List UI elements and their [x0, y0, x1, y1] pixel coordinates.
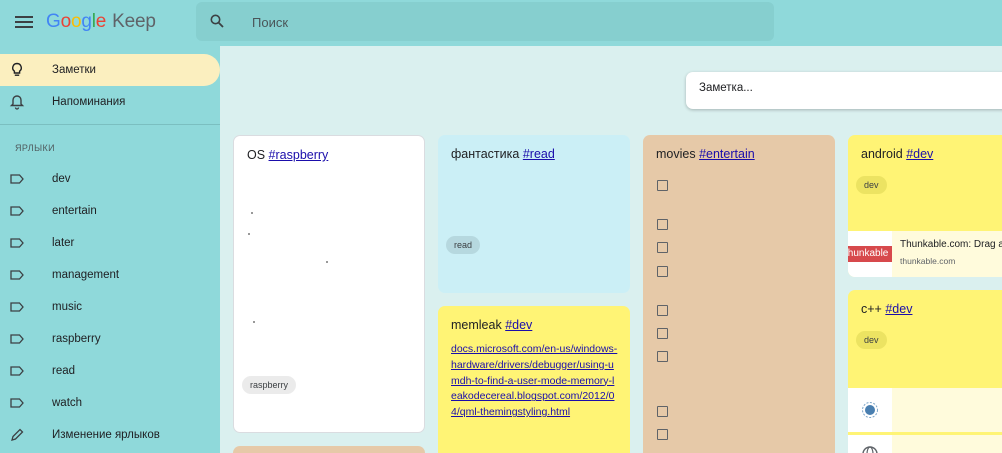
checkbox[interactable] [657, 266, 668, 277]
search-input[interactable] [252, 12, 752, 32]
take-note-input[interactable] [699, 82, 989, 94]
sidebar-item-music[interactable]: music [0, 291, 220, 323]
label-chip[interactable]: dev [856, 176, 887, 194]
sidebar-item-label: Изменение ярлыков [52, 429, 160, 441]
app-header: Google Keep [0, 0, 1002, 46]
sidebar-item-later[interactable]: later [0, 227, 220, 259]
note-tag-link[interactable]: #raspberry [269, 148, 329, 162]
site-favicon-icon [862, 402, 878, 418]
note-card-cpp[interactable]: c++ #dev dev [848, 290, 1002, 453]
label-icon [10, 398, 24, 408]
search-icon[interactable] [210, 14, 224, 28]
label-icon [10, 366, 24, 376]
note-title: фантастика #read [451, 147, 555, 161]
note-card-partial[interactable] [233, 446, 425, 453]
label-icon [10, 302, 24, 312]
note-card-os[interactable]: OS #raspberry raspberry [233, 135, 425, 433]
label-icon [10, 270, 24, 280]
sidebar-item-management[interactable]: management [0, 259, 220, 291]
checkbox[interactable] [657, 219, 668, 230]
sidebar-item-label: watch [52, 397, 83, 409]
sidebar-item-raspberry[interactable]: raspberry [0, 323, 220, 355]
app-logo[interactable]: Google Keep [46, 11, 156, 33]
sidebar-item-label: entertain [52, 205, 97, 217]
sidebar: Заметки Напоминания ЯРЛЫКИ dev entertain… [0, 46, 220, 453]
faint-dot [326, 261, 328, 263]
link-preview-image [848, 435, 892, 453]
note-tag-link[interactable]: #dev [906, 147, 933, 161]
checkbox[interactable] [657, 351, 668, 362]
link-preview[interactable]: thunkable Thunkable.com: Drag a thunkabl… [848, 231, 1002, 277]
lightbulb-icon [12, 62, 22, 76]
note-tag-link[interactable]: #entertain [699, 147, 755, 161]
search-bar [196, 2, 774, 41]
note-tag-link[interactable]: #dev [885, 302, 912, 316]
checkbox[interactable] [657, 328, 668, 339]
link-preview[interactable] [848, 435, 1002, 453]
thunkable-logo: thunkable [848, 246, 892, 262]
sidebar-item-dev[interactable]: dev [0, 163, 220, 195]
note-tag-link[interactable]: #read [523, 147, 555, 161]
note-title: movies #entertain [656, 147, 755, 161]
note-card-memleak[interactable]: memleak #dev docs.microsoft.com/en-us/wi… [438, 306, 630, 453]
labels-heading: ЯРЛЫКИ [15, 143, 55, 153]
take-note-bar [686, 72, 1002, 109]
note-card-movies[interactable]: movies #entertain [643, 135, 835, 453]
label-icon [10, 206, 24, 216]
note-title: OS #raspberry [247, 148, 329, 162]
sidebar-item-label: dev [52, 173, 71, 185]
faint-dot [251, 212, 253, 214]
sidebar-item-watch[interactable]: watch [0, 387, 220, 419]
label-icon [10, 334, 24, 344]
sidebar-item-label: music [52, 301, 83, 313]
sidebar-item-label: raspberry [52, 333, 101, 345]
label-chip[interactable]: raspberry [242, 376, 297, 394]
globe-icon [862, 446, 878, 453]
label-icon [10, 174, 24, 184]
checkbox[interactable] [657, 429, 668, 440]
label-chip[interactable]: read [446, 236, 481, 254]
sidebar-item-label: management [52, 269, 120, 281]
sidebar-item-edit-labels[interactable]: Изменение ярлыков [0, 419, 220, 451]
sidebar-divider [0, 124, 220, 125]
checkbox[interactable] [657, 180, 668, 191]
link-preview[interactable] [848, 388, 1002, 432]
checkbox[interactable] [657, 406, 668, 417]
note-title: android #dev [861, 147, 934, 161]
note-title: c++ #dev [861, 302, 913, 316]
sidebar-item-label: later [52, 237, 75, 249]
link-preview-title: Thunkable.com: Drag a [900, 239, 1002, 250]
sidebar-item-notes[interactable]: Заметки [0, 54, 220, 86]
faint-dot [248, 233, 250, 235]
faint-dot [253, 321, 255, 323]
note-tag-link[interactable]: #dev [505, 318, 532, 332]
sidebar-item-label: Заметки [52, 64, 96, 76]
label-icon [10, 238, 24, 248]
app-product-name: Keep [112, 11, 156, 32]
note-link[interactable]: docs.microsoft.com/en-us/windows-hardwar… [451, 342, 619, 421]
bell-icon [9, 95, 25, 110]
checkbox[interactable] [657, 242, 668, 253]
main-menu-button[interactable] [14, 14, 34, 30]
pencil-icon [11, 428, 24, 441]
note-card-fantastika[interactable]: фантастика #read read [438, 135, 630, 293]
note-title: memleak #dev [451, 318, 533, 332]
label-chip[interactable]: dev [856, 331, 887, 349]
sidebar-item-label: read [52, 365, 76, 377]
sidebar-item-entertain[interactable]: entertain [0, 195, 220, 227]
link-preview-image [848, 388, 892, 432]
link-preview-domain: thunkable.com [900, 256, 956, 266]
link-preview-image: thunkable [848, 231, 892, 277]
checkbox[interactable] [657, 305, 668, 316]
sidebar-item-label: Напоминания [52, 96, 126, 108]
sidebar-item-reminders[interactable]: Напоминания [0, 86, 220, 118]
sidebar-item-read[interactable]: read [0, 355, 220, 387]
note-card-android[interactable]: android #dev dev thunkable Thunkable.com… [848, 135, 1002, 277]
